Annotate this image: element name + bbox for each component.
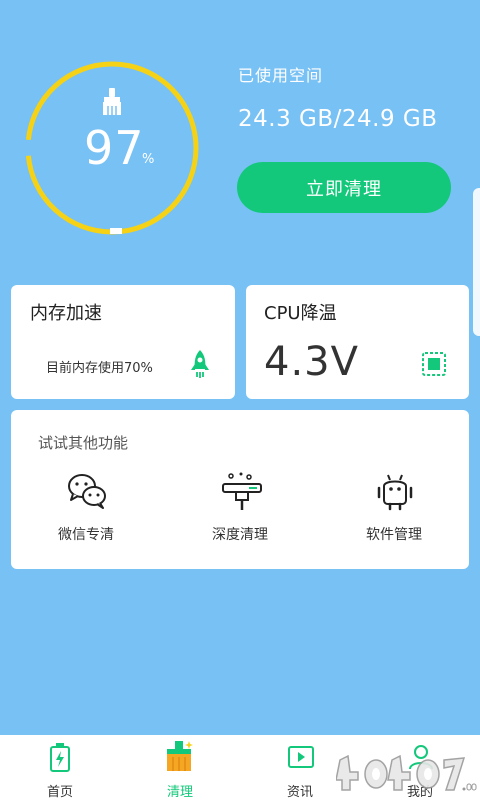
feature-deep-clean[interactable]: 深度清理 (185, 468, 295, 558)
storage-gauge: 97 % (18, 60, 206, 236)
memory-card-title: 内存加速 (30, 303, 102, 324)
wechat-icon (68, 474, 106, 509)
storage-percent-unit: % (142, 152, 155, 167)
feature-label: 微信专清 (58, 527, 114, 543)
broom-icon (103, 88, 121, 115)
feature-label: 软件管理 (366, 527, 422, 543)
cpu-card-title: CPU降温 (264, 303, 337, 324)
nav-item-clean[interactable]: 清理 (120, 735, 240, 800)
feature-label: 深度清理 (212, 527, 268, 543)
rocket-icon (191, 350, 209, 378)
broom-icon (167, 741, 193, 771)
edge-panel-handle[interactable] (473, 188, 480, 336)
nav-label: 清理 (166, 785, 193, 800)
feature-wechat-clean[interactable]: 微信专清 (31, 468, 141, 558)
storage-percent: 97 (84, 121, 145, 175)
nav-label: 首页 (46, 785, 73, 800)
bottom-nav: 首页 清理 资讯 我的 (0, 735, 480, 800)
chip-icon (422, 352, 446, 376)
nav-item-mine[interactable]: 我的 (360, 735, 480, 800)
play-icon (288, 746, 314, 768)
cpu-cool-card[interactable]: CPU降温 4.3V (246, 285, 469, 399)
nav-item-news[interactable]: 资讯 (240, 735, 360, 800)
user-icon (409, 745, 433, 770)
nav-label: 我的 (406, 785, 433, 800)
other-features-card: 试试其他功能 微信专清 深度清理 软件管理 (11, 410, 469, 569)
memory-boost-card[interactable]: 内存加速 目前内存使用70% (11, 285, 235, 399)
features-title: 试试其他功能 (38, 434, 129, 452)
used-space-value: 24.3 GB/24.9 GB (238, 106, 438, 132)
deep-clean-icon (222, 472, 262, 510)
nav-label: 资讯 (286, 785, 313, 800)
memory-usage-text: 目前内存使用70% (46, 361, 153, 376)
nav-item-home[interactable]: 首页 (0, 735, 120, 800)
clean-now-button[interactable]: 立即清理 (237, 162, 451, 213)
android-icon (377, 474, 413, 511)
cpu-value: 4.3V (264, 339, 359, 385)
feature-app-manager[interactable]: 软件管理 (339, 468, 449, 558)
used-space-label: 已使用空间 (238, 66, 324, 85)
battery-icon (50, 743, 70, 772)
